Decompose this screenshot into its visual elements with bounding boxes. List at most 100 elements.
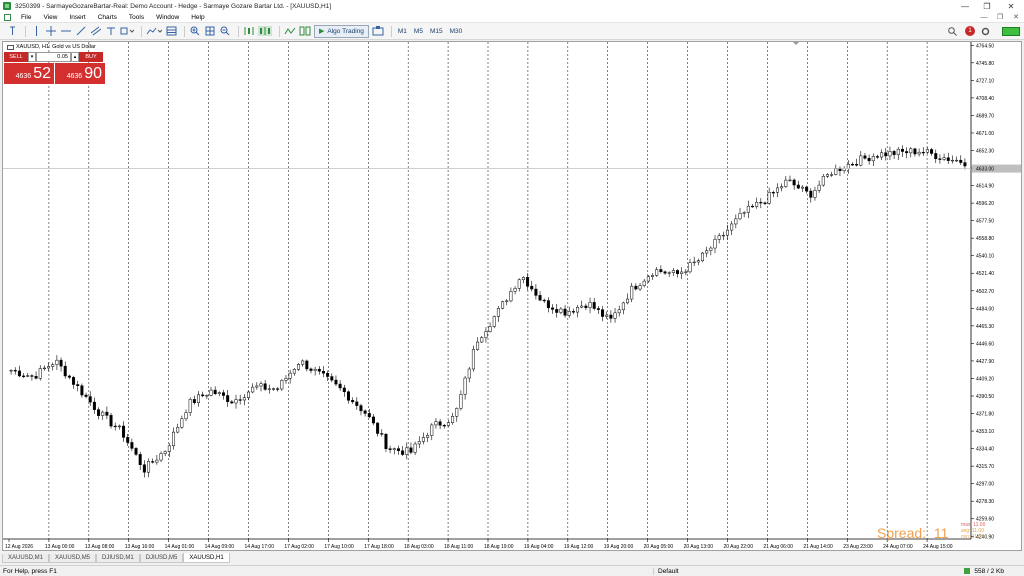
candle-body: [455, 408, 459, 417]
candle-body: [217, 392, 221, 394]
trendline-icon[interactable]: [75, 25, 87, 38]
autoscroll-icon[interactable]: [258, 25, 272, 38]
candle-body: [30, 375, 34, 377]
new-order-icon[interactable]: [372, 25, 384, 38]
buy-price-box[interactable]: 4636 90: [55, 63, 105, 84]
x-tick-label: 19 Aug 04:00: [524, 544, 554, 550]
candle-body: [859, 155, 863, 166]
candle-body: [880, 152, 884, 158]
menu-view[interactable]: View: [37, 14, 63, 21]
candle-body: [26, 375, 30, 377]
status-bar: For Help, press F1 Default 558 / 2 Kb: [0, 565, 1024, 576]
timeframe-m5[interactable]: M5: [412, 25, 425, 38]
tab-xauusd-m5[interactable]: XAUUSD,M5: [49, 554, 97, 563]
tile-windows-icon[interactable]: [204, 25, 216, 38]
y-tick-label: 4484.00: [976, 306, 994, 312]
volume-input[interactable]: 0.05: [36, 52, 71, 62]
timeframe-m1[interactable]: M1: [396, 25, 409, 38]
zoom-out-icon[interactable]: [219, 25, 231, 38]
minimize-button[interactable]: —: [954, 0, 976, 12]
y-tick-label: 4334.40: [976, 447, 994, 453]
tab-xauusd-h1[interactable]: XAUUSD,H1: [183, 553, 230, 563]
candle-body: [242, 397, 246, 401]
menu-window[interactable]: Window: [150, 14, 185, 21]
notification-badge[interactable]: 1: [965, 26, 975, 36]
tab-djiusd-m1[interactable]: DJIUSD,M1: [96, 554, 140, 563]
candle-body: [884, 152, 888, 157]
candle-body: [159, 453, 163, 461]
tab-djiusd-m5[interactable]: DJIUSD,M5: [139, 554, 184, 563]
chart-restore-button[interactable]: ❐: [992, 13, 1008, 21]
volume-increase-button[interactable]: ▴: [71, 52, 79, 62]
x-tick-label: 24 Aug 15:00: [923, 544, 953, 550]
candle-body: [825, 174, 829, 177]
candle-body: [875, 156, 879, 158]
menu-insert[interactable]: Insert: [63, 14, 91, 21]
volume-decrease-button[interactable]: ▾: [28, 52, 36, 62]
candle-body: [809, 190, 813, 198]
y-tick-label: 4689.70: [976, 113, 994, 119]
x-tick-label: 20 Aug 05:00: [644, 544, 674, 550]
status-profile[interactable]: Default: [653, 567, 953, 575]
zoom-in-icon[interactable]: [189, 25, 201, 38]
candle-body: [850, 163, 854, 166]
menu-file[interactable]: File: [15, 14, 37, 21]
sell-button[interactable]: SELL: [4, 52, 28, 62]
candle-body: [796, 184, 800, 189]
maximize-button[interactable]: ❐: [976, 0, 998, 12]
algo-trading-button[interactable]: ▶ Algo Trading: [314, 24, 369, 38]
sell-price-box[interactable]: 4636 52: [4, 63, 54, 84]
chart-shift-icon[interactable]: [243, 25, 255, 38]
indicators-icon[interactable]: [146, 25, 162, 38]
close-button[interactable]: ✕: [998, 0, 1024, 12]
chart-minimize-button[interactable]: —: [976, 14, 992, 21]
candle-body: [63, 365, 67, 377]
candle-body: [284, 378, 288, 381]
horizontal-line-icon[interactable]: [60, 25, 72, 38]
candle-body: [55, 359, 59, 365]
tab-xauusd-m1[interactable]: XAUUSD,M1: [2, 554, 50, 563]
crosshair-icon[interactable]: [45, 25, 57, 38]
buy-price-pips: 90: [84, 65, 102, 82]
candle-body: [771, 192, 775, 194]
buy-button[interactable]: BUY: [79, 52, 103, 62]
timeframe-m15[interactable]: M15: [428, 25, 445, 38]
candle-body: [172, 431, 176, 447]
menu-tools[interactable]: Tools: [123, 14, 150, 21]
chart-close-button[interactable]: ✕: [1008, 13, 1024, 21]
candle-body: [321, 370, 325, 374]
templates-icon[interactable]: [165, 25, 177, 38]
algo-trading-label: Algo Trading: [327, 27, 364, 35]
market-icon[interactable]: [299, 25, 311, 38]
shapes-icon[interactable]: [120, 25, 134, 38]
search-icon[interactable]: [946, 25, 958, 38]
crosshair-vertical-icon[interactable]: [30, 25, 42, 38]
app-logo-icon: [3, 2, 11, 10]
candle-body: [792, 179, 796, 186]
y-tick-label: 4652.30: [976, 148, 994, 154]
text-tool-icon[interactable]: [105, 25, 117, 38]
vertical-line-tool-icon[interactable]: [6, 25, 18, 38]
candle-body: [646, 276, 650, 282]
x-tick-label: 20 Aug 13:00: [684, 544, 714, 550]
chart-area[interactable]: 4764.50 4745.80 4727.10 4708.40 4689.70 4671.…: [2, 41, 1022, 551]
candle-body: [730, 223, 734, 231]
candle-body: [442, 425, 446, 427]
signals-icon[interactable]: [284, 25, 296, 38]
menu-charts[interactable]: Charts: [92, 14, 123, 21]
candle-body: [222, 392, 226, 396]
menu-help[interactable]: Help: [185, 14, 210, 21]
play-icon: ▶: [319, 28, 325, 35]
candle-body: [292, 369, 296, 374]
candle-body: [938, 158, 942, 160]
candle-body: [705, 250, 709, 254]
channel-icon[interactable]: [90, 25, 102, 38]
y-tick-label: 4427.90: [976, 359, 994, 365]
settings-icon[interactable]: [979, 25, 991, 38]
candle-body: [946, 157, 950, 161]
candle-body: [930, 149, 934, 154]
candle-body: [775, 187, 779, 193]
timeframe-m30[interactable]: M30: [448, 25, 465, 38]
candle-body: [855, 163, 859, 166]
x-tick-label: 21 Aug 06:00: [763, 544, 793, 550]
